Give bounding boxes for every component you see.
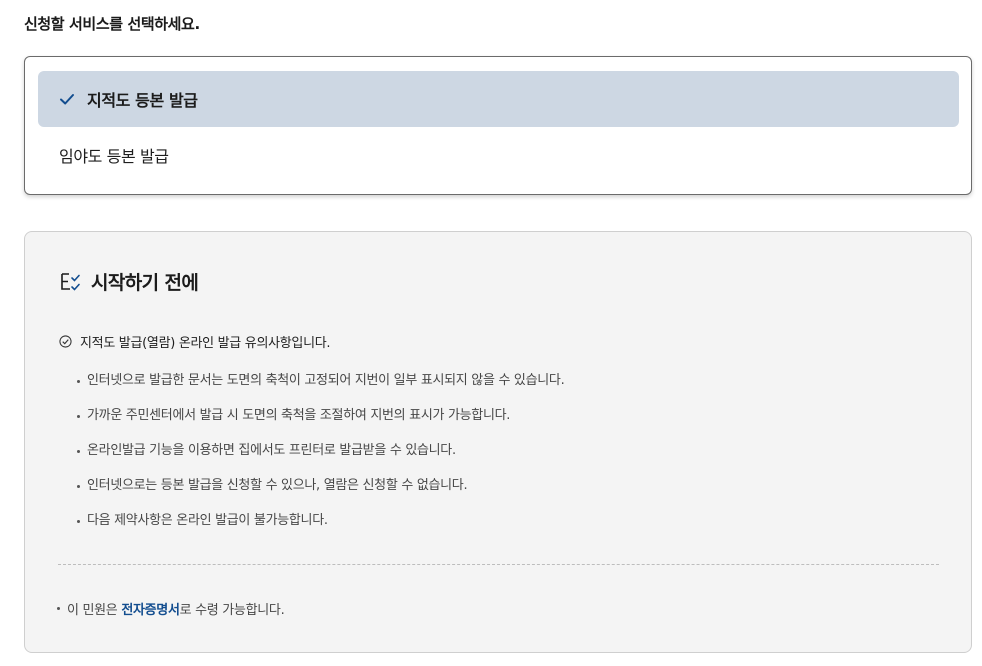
list-item: 온라인발급 기능을 이용하면 집에서도 프린터로 발급받을 수 있습니다. <box>77 442 564 477</box>
before-start-panel: 시작하기 전에 지적도 발급(열람) 온라인 발급 유의사항입니다. 인터넷으로… <box>24 231 972 653</box>
notice-row: 지적도 발급(열람) 온라인 발급 유의사항입니다. <box>59 332 331 351</box>
divider <box>58 564 939 565</box>
receipt-highlight: 전자증명서 <box>121 603 180 618</box>
option-forest-map[interactable]: 임야도 등본 발급 <box>38 127 959 183</box>
notice-text: 지적도 발급(열람) 온라인 발급 유의사항입니다. <box>80 336 331 351</box>
list-item: 가까운 주민센터에서 발급 시 도면의 축척을 조절하여 지번의 표시가 가능합… <box>77 407 564 442</box>
notice-list: 인터넷으로 발급한 문서는 도면의 축척이 고정되어 지번이 일부 표시되지 않… <box>77 372 565 547</box>
receipt-note: 이 민원은 전자증명서로 수령 가능합니다. <box>57 599 285 618</box>
receipt-suffix: 로 수령 가능합니다. <box>179 603 285 618</box>
info-title-row: 시작하기 전에 <box>59 268 199 295</box>
option-label: 임야도 등본 발급 <box>59 147 169 166</box>
info-title: 시작하기 전에 <box>91 272 199 294</box>
receipt-prefix: 이 민원은 <box>67 603 122 618</box>
option-cadastral-map[interactable]: 지적도 등본 발급 <box>38 71 959 127</box>
circle-check-icon <box>59 335 72 348</box>
list-check-icon <box>61 272 80 291</box>
service-select: 지적도 등본 발급 임야도 등본 발급 <box>24 56 972 195</box>
list-item: 다음 제약사항은 온라인 발급이 불가능합니다. <box>77 512 564 547</box>
list-item: 인터넷으로는 등본 발급을 신청할 수 있으나, 열람은 신청할 수 없습니다. <box>77 477 564 512</box>
check-icon <box>60 94 74 105</box>
option-label: 지적도 등본 발급 <box>87 91 198 110</box>
page-heading: 신청할 서비스를 선택하세요. <box>24 15 200 33</box>
list-item: 인터넷으로 발급한 문서는 도면의 축척이 고정되어 지번이 일부 표시되지 않… <box>77 372 565 407</box>
